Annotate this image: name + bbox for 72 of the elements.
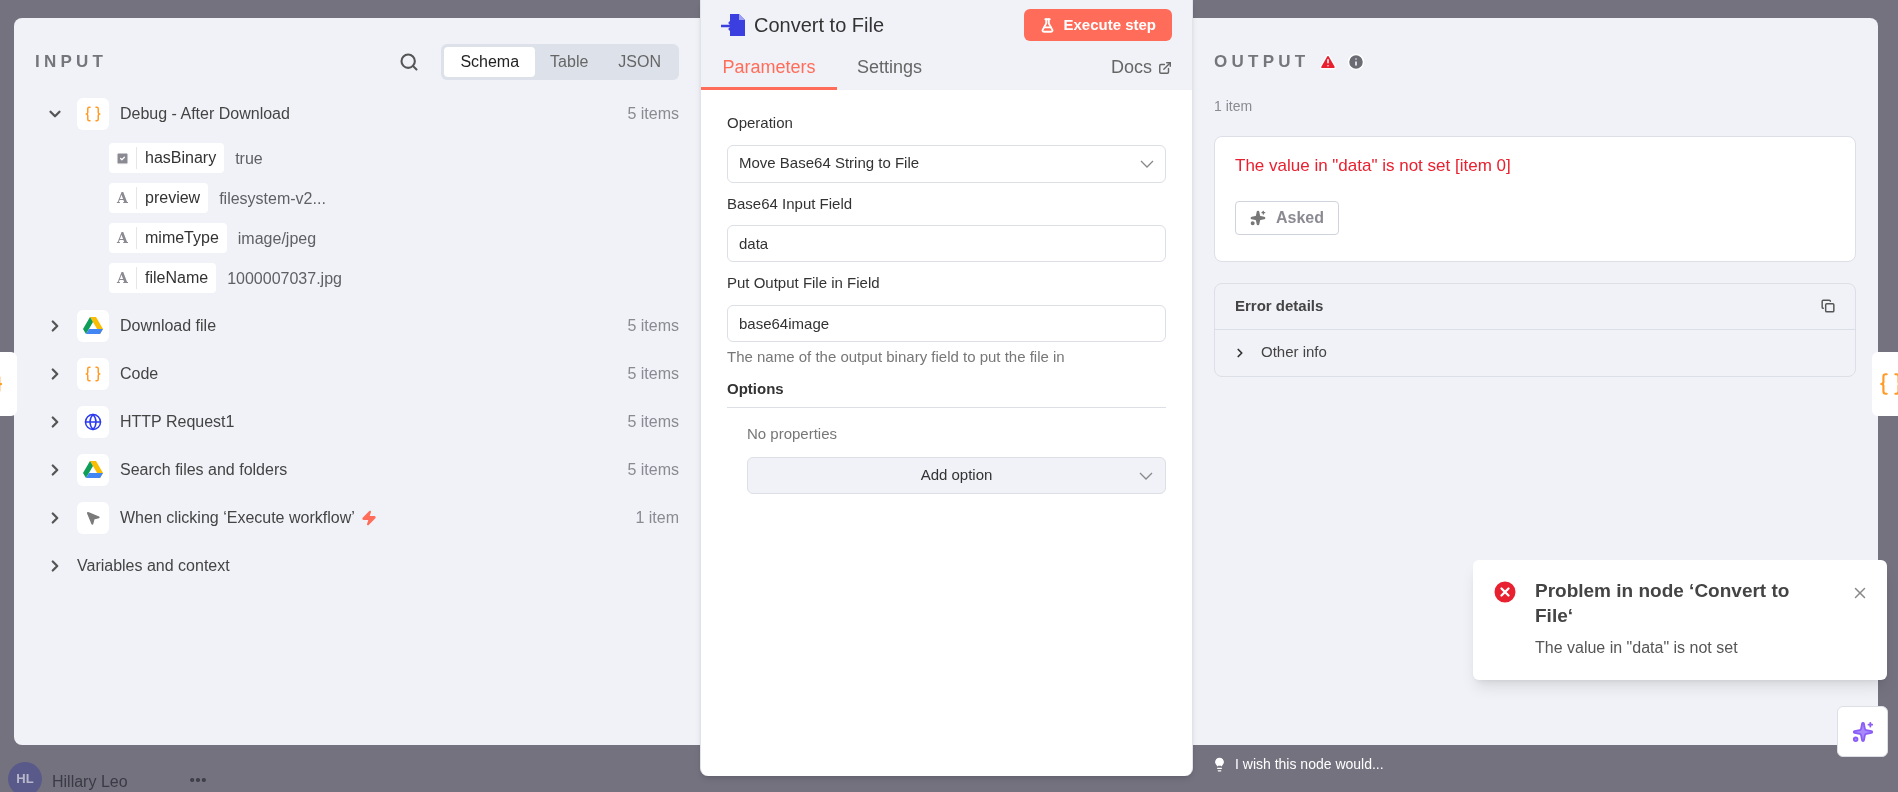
settings-tab[interactable]: Settings <box>837 48 943 90</box>
braces-icon <box>1878 371 1898 397</box>
panel-title: INPUT <box>35 51 108 74</box>
node-name[interactable]: Debug - After Download <box>120 102 290 126</box>
type-glyph: A <box>117 228 128 248</box>
item-count: 1 item <box>1214 97 1254 116</box>
field-value: image/jpeg <box>237 229 317 249</box>
drive-icon <box>83 461 103 479</box>
add-option-button[interactable]: Add option <box>747 457 1166 494</box>
braces-icon <box>84 365 102 383</box>
file-import-icon <box>721 14 745 36</box>
empty-text: No properties <box>747 423 839 444</box>
braces-icon <box>84 105 102 123</box>
view-tab[interactable]: JSON <box>603 47 676 77</box>
pointer-icon <box>85 510 101 526</box>
field-key: mimeType <box>137 226 227 250</box>
chevron-down-icon <box>1139 471 1153 480</box>
section-label[interactable]: Other info <box>1261 341 1327 364</box>
item-count: 1 item <box>635 508 679 528</box>
search-icon[interactable] <box>399 52 420 72</box>
view-tab[interactable]: Table <box>535 47 604 77</box>
item-count: 5 items <box>627 316 679 336</box>
options-heading: Options <box>727 378 1166 408</box>
panel-title: OUTPUT <box>1214 51 1310 74</box>
field-label: Base64 Input Field <box>727 193 854 214</box>
field-key: fileName <box>137 266 217 290</box>
field-key: hasBinary <box>137 146 225 170</box>
error-icon <box>1491 578 1519 606</box>
details-title: Error details <box>1235 295 1325 316</box>
drive-icon <box>83 317 103 335</box>
sparkle-icon <box>1851 720 1874 743</box>
docs-link[interactable]: Docs <box>1111 48 1192 90</box>
node-name[interactable]: HTTP Request1 <box>120 410 235 434</box>
text-input-field[interactable]: base64image <box>727 304 1166 342</box>
field-label: Operation <box>727 113 794 133</box>
node-name[interactable]: Code <box>120 362 159 386</box>
node-name[interactable]: Download file <box>120 314 217 338</box>
item-count: 5 items <box>627 364 679 384</box>
external-link-icon <box>1158 60 1172 75</box>
error-message: The value in "data" is not set [item 0] <box>1235 155 1511 177</box>
field-value: 1000007037.jpg <box>227 269 342 289</box>
flask-icon <box>1040 17 1056 33</box>
item-count: 5 items <box>627 412 679 432</box>
item-count: 5 items <box>627 460 679 480</box>
field-key: preview <box>137 186 209 210</box>
field-hint: The name of the output binary field to put the file in <box>727 346 1066 367</box>
view-tab[interactable]: Schema <box>444 47 536 77</box>
user-name: Hillary Leo <box>52 772 128 792</box>
feedback-prompt[interactable]: I wish this node would... <box>1212 754 1384 775</box>
toast-message: The value in "data" is not set <box>1535 638 1739 658</box>
lightbulb-icon <box>1212 757 1227 772</box>
warning-icon <box>1319 53 1338 71</box>
globe-icon <box>84 413 102 431</box>
toast-title: Problem in node ‘Convert to File‘ <box>1535 579 1791 628</box>
text-input-field[interactable]: data <box>727 225 1166 262</box>
type-glyph: A <box>117 268 128 288</box>
info-icon <box>1347 53 1366 71</box>
item-count: 5 items <box>627 104 679 124</box>
context-label[interactable]: Variables and context <box>77 554 230 578</box>
field-value: filesystem-v2... <box>219 189 326 209</box>
sparkle-icon <box>1250 209 1266 226</box>
chevron-down-icon <box>1140 159 1154 168</box>
node-name[interactable]: Search files and folders <box>120 458 288 482</box>
checkbox-type-icon <box>115 150 130 166</box>
copy-icon[interactable] <box>1821 299 1835 313</box>
field-label: Put Output File in Field <box>727 273 881 293</box>
operation-select[interactable]: Move Base64 String to File <box>727 144 1166 183</box>
ai-assistant-button[interactable] <box>1837 706 1888 757</box>
type-glyph: A <box>117 188 128 208</box>
field-value: true <box>235 149 263 169</box>
node-title: Convert to File <box>754 13 885 38</box>
node-name[interactable]: When clicking ‘Execute workflow’ <box>120 506 355 530</box>
